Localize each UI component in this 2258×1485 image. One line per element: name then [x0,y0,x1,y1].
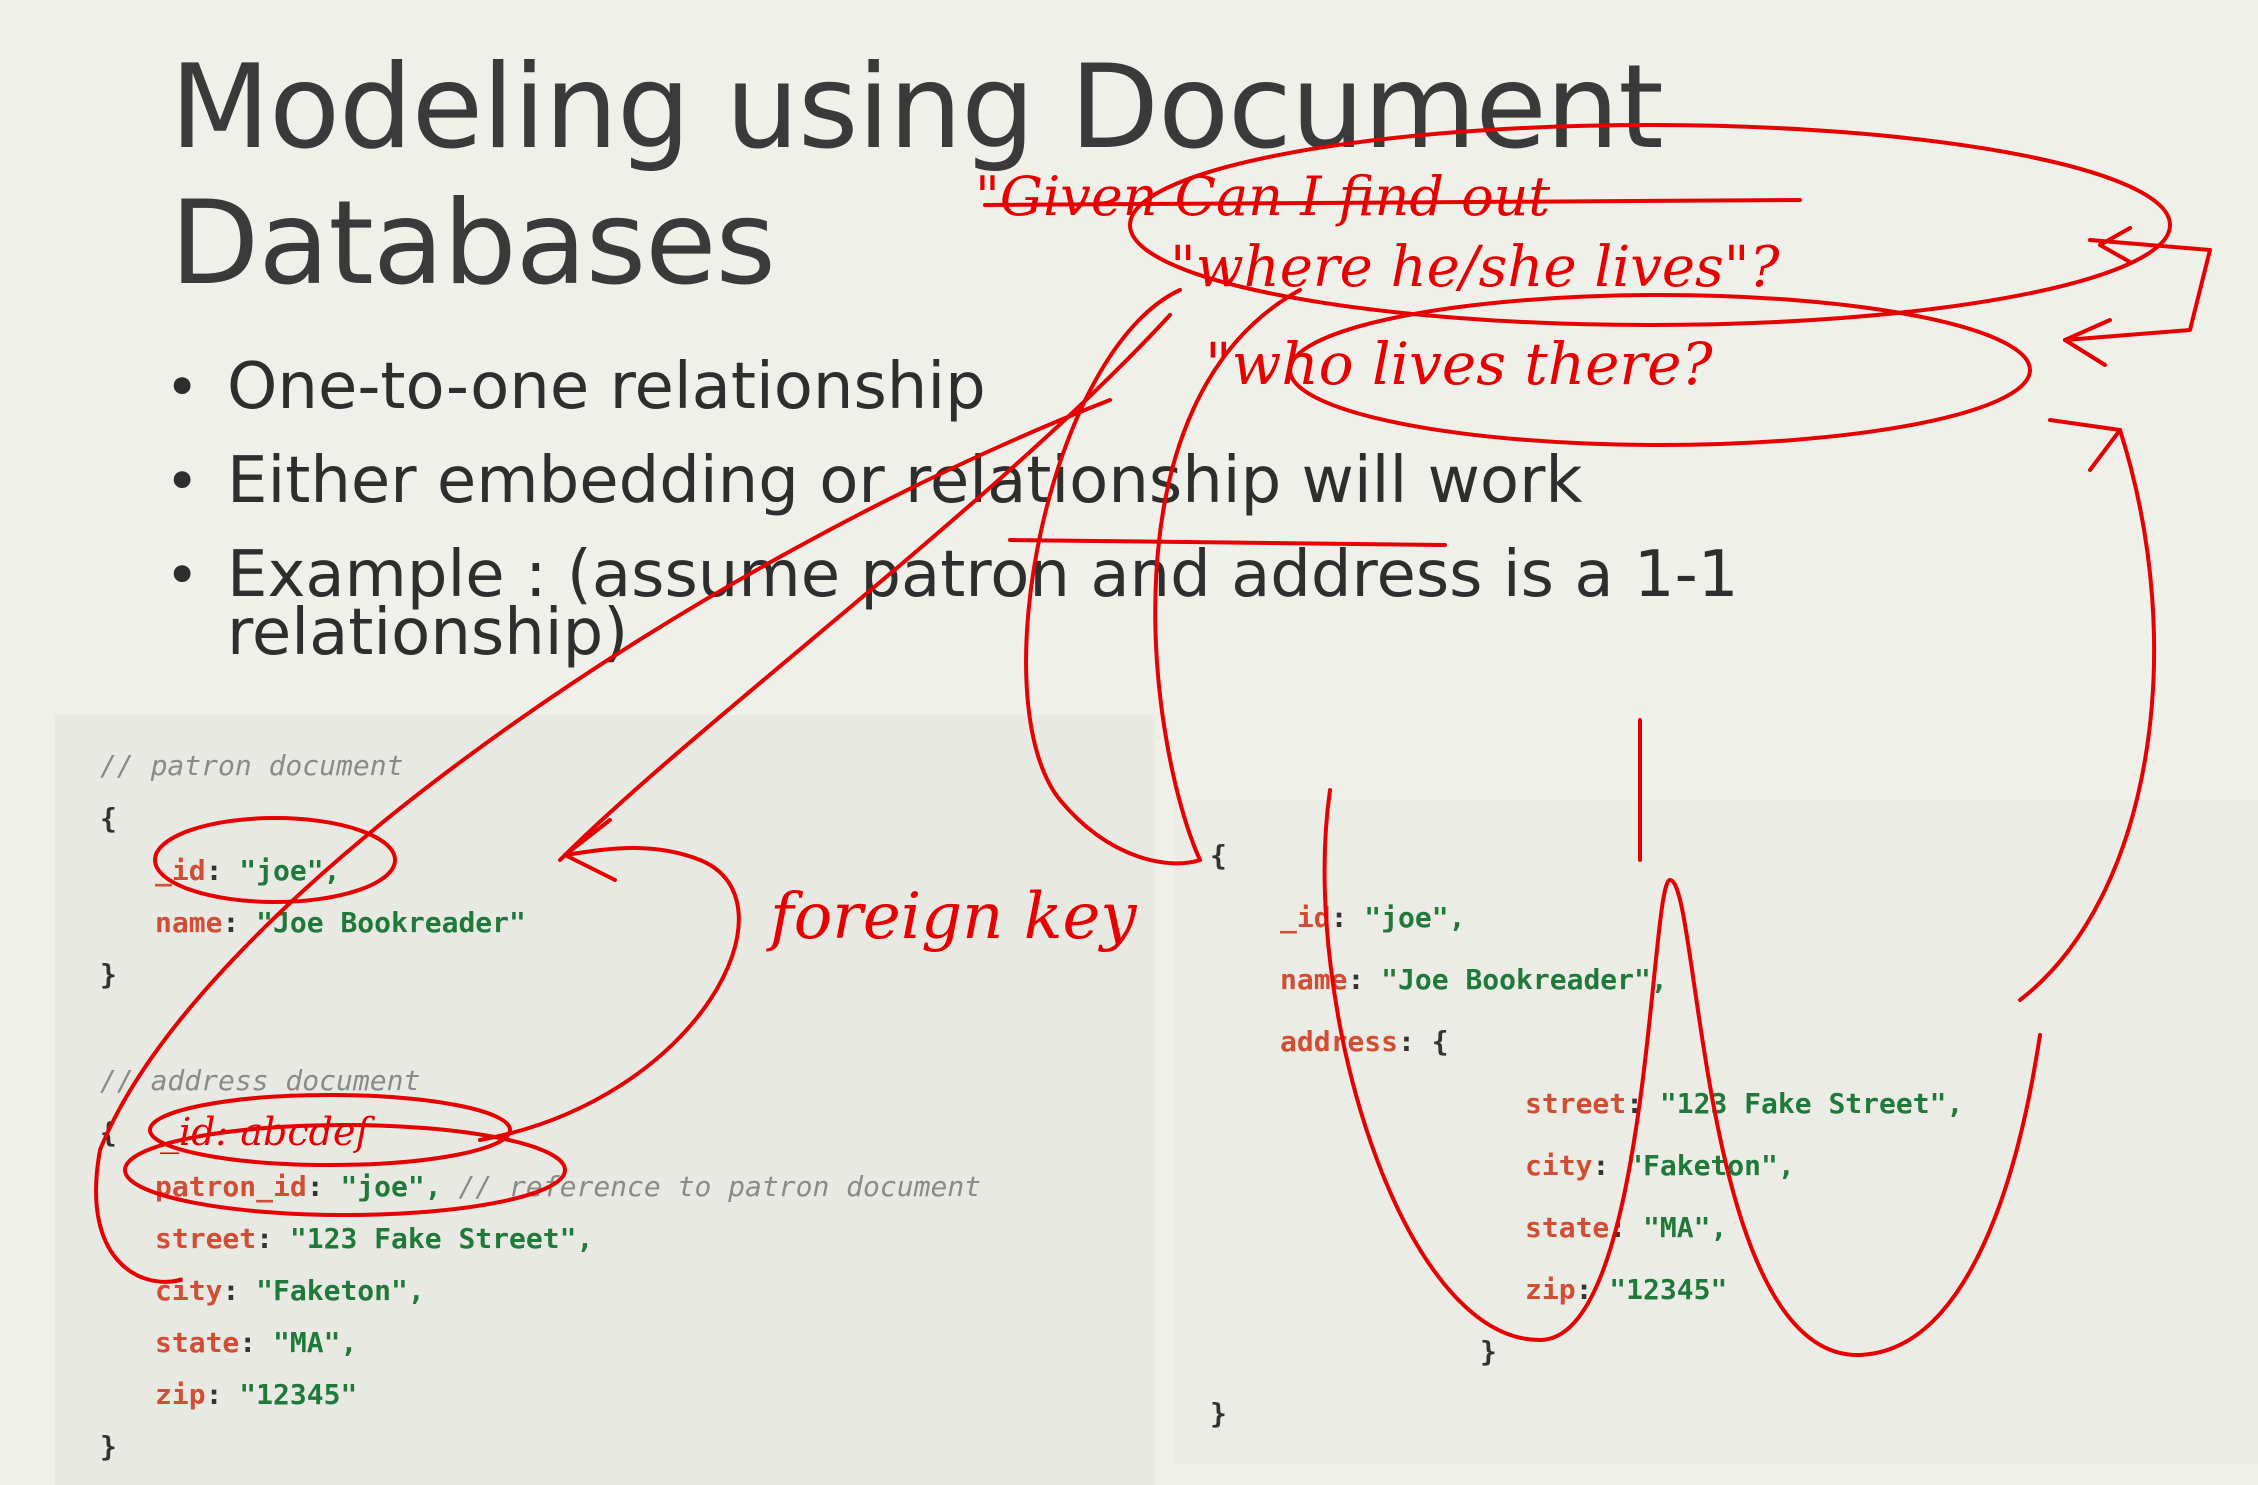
code-line: name: "Joe Bookreader" [155,906,526,939]
ink-arrowhead [2048,418,2122,472]
code-line: zip: "12345" [1525,1273,1728,1306]
code-line: city: "Faketon", [155,1274,425,1307]
lecture-slide: Modeling using Document Databases • One-t… [0,0,2258,1485]
patron-address-reference-code: // patron document { _id: "joe", name: "… [55,715,1155,1485]
code-line: zip: "12345" [155,1378,358,1411]
handwritten-question-1: "Given Can I find out [975,165,1551,228]
code-line: _id: "joe", [155,854,341,887]
code-line: city: "Faketon", [1525,1149,1795,1182]
title-line-1: Modeling using Document [170,40,1664,175]
code-line: state: "MA", [1525,1211,1728,1244]
code-brace: } [100,1430,117,1463]
code-brace: { [100,802,117,835]
code-comment: // address document [100,1064,421,1097]
code-line: street: "123 Fake Street", [1525,1087,1964,1120]
code-line: patron_id: "joe", // reference to patron… [155,1170,982,1203]
bullet-dot-icon: • [165,353,200,421]
ink-arrowhead [2063,318,2112,367]
code-brace: { [1210,839,1227,872]
handwritten-question-2: "where he/she lives"? [1170,235,1780,300]
code-line: state: "MA", [155,1326,358,1359]
code-brace: { [100,1116,117,1149]
code-brace: } [1210,1397,1227,1430]
code-line: address: { [1280,1025,1449,1058]
code-brace: } [100,958,117,991]
handwritten-foreign-key: foreign key [770,880,1137,954]
bullet-item: • Either embedding or relationship will w… [165,444,1583,518]
bullet-dot-icon: • [165,541,200,609]
ink-arrowhead [2098,226,2132,264]
handwritten-id-note: _id: abcdef [160,1110,370,1154]
code-comment: // patron document [100,749,404,782]
code-line: street: "123 Fake Street", [155,1222,594,1255]
code-line: _id: "joe", [1280,901,1466,934]
bullet-item-continuation: relationship) [227,596,629,670]
ink-arrow-right [2063,238,2212,342]
code-line: name: "Joe Bookreader", [1280,963,1668,996]
bullet-list: • One-to-one relationship • Either embeddi… [165,355,1965,695]
code-brace: } [1480,1335,1497,1368]
patron-embedded-address-code: { _id: "joe", name: "Joe Bookreader", ad… [1175,800,2258,1464]
handwritten-question-3: "who lives there? [1205,330,1713,398]
bullet-dot-icon: • [165,447,200,515]
